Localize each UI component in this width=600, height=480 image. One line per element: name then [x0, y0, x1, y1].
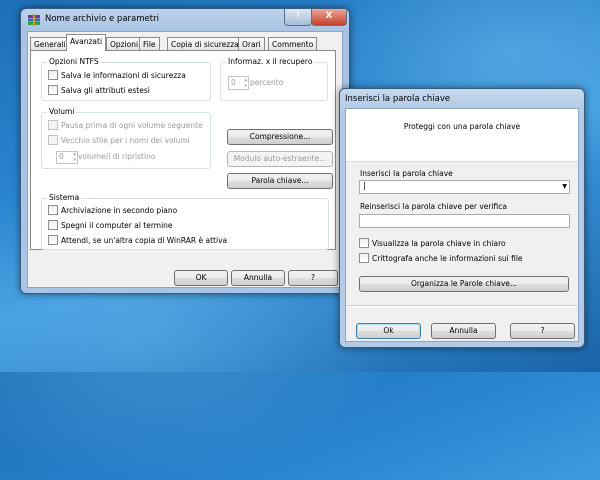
tab-file[interactable]: File	[139, 37, 160, 51]
spinner-arrows-icon[interactable]: ▴ ▾	[244, 77, 247, 89]
password-input[interactable]: | ▼	[359, 180, 570, 194]
recovery-unit-label: percento	[250, 78, 284, 87]
tab-generali[interactable]: Generali	[30, 37, 70, 51]
tab-copia-di-sicurezza[interactable]: Copia di sicurezza	[167, 37, 243, 51]
help-button[interactable]: ?	[288, 270, 338, 286]
cancel-button[interactable]: Annulla	[231, 270, 285, 286]
checkbox-label: Crittografa anche le informazioni sui fi…	[372, 254, 523, 263]
background-archiving-checkbox[interactable]: Archiviazione in secondo piano	[48, 205, 178, 216]
checkbox-box[interactable]	[48, 120, 58, 130]
button-label: Annulla	[243, 273, 273, 282]
sfx-module-button[interactable]: Modulo auto-estraente...	[227, 151, 333, 167]
password-cancel-button[interactable]: Annulla	[431, 323, 496, 339]
checkbox-label: Pausa prima di ogni volume seguente	[61, 121, 203, 130]
winrar-archive-dialog: Nome archivio e parametri ? X Generali A…	[20, 8, 350, 294]
button-label: Compressione...	[249, 132, 311, 141]
button-label: Annulla	[449, 326, 478, 335]
button-label: Organizza le Parole chiave...	[410, 279, 518, 288]
recovery-volumes-spinner[interactable]: 0 ▴ ▾	[56, 151, 78, 164]
close-icon: X	[325, 11, 333, 21]
button-label: ?	[540, 326, 545, 335]
tab-commento[interactable]: Commento	[268, 37, 318, 51]
system-group-title: Sistema	[47, 193, 82, 202]
checkbox-label: Attendi, se un'altra copia di WinRAR è a…	[61, 236, 228, 245]
checkbox-label: Salva le informazioni di sicurezza	[61, 71, 186, 80]
pause-between-volumes-checkbox[interactable]: Pausa prima di ogni volume seguente	[48, 120, 203, 131]
spinner-arrows-icon[interactable]: ▴ ▾	[73, 151, 76, 163]
recovery-group-title: Informaz. x il recupero	[226, 57, 315, 66]
chevron-down-icon[interactable]: ▼	[562, 181, 567, 193]
checkbox-box[interactable]	[48, 135, 58, 145]
verify-password-input[interactable]	[359, 214, 570, 228]
checkbox-box[interactable]	[359, 253, 369, 263]
winrar-books-icon	[28, 14, 40, 26]
organize-passwords-button[interactable]: Organizza le Parole chiave...	[359, 276, 569, 292]
shutdown-when-done-checkbox[interactable]: Spegni il computer al termine	[48, 220, 173, 231]
close-button[interactable]: X	[311, 9, 347, 26]
button-label: Parola chiave...	[251, 176, 309, 185]
checkbox-box[interactable]	[359, 238, 369, 248]
password-header-text: Proteggi con una parola chiave	[403, 122, 521, 131]
save-extended-attributes-checkbox[interactable]: Salva gli attributi estesi	[48, 85, 150, 96]
password-header-panel: Proteggi con una parola chiave	[346, 109, 578, 162]
titlebar[interactable]: Inserisci la parola chiave	[340, 89, 584, 109]
checkbox-box[interactable]	[48, 70, 58, 80]
dialog-client: Generali Avanzati Opzioni File Copia di …	[27, 31, 343, 288]
volumes-group-title: Volumi	[47, 107, 77, 116]
ntfs-group-title: Opzioni NTFS	[47, 57, 101, 66]
checkbox-label: Visualizza la parola chiave in chiaro	[372, 239, 506, 248]
password-value: |	[363, 181, 366, 190]
system-group: Sistema Archiviazione in secondo piano S…	[41, 193, 329, 250]
window-title: Nome archivio e parametri	[45, 14, 159, 24]
help-title-button[interactable]: ?	[284, 9, 312, 26]
tab-opzioni[interactable]: Opzioni	[106, 37, 143, 51]
password-client: Proteggi con una parola chiave Inserisci…	[345, 108, 579, 342]
encrypt-file-names-checkbox[interactable]: Crittografa anche le informazioni sui fi…	[359, 253, 523, 264]
ntfs-options-group: Opzioni NTFS Salva le informazioni di si…	[41, 57, 211, 101]
help-icon: ?	[295, 11, 301, 21]
button-label: OK	[195, 273, 207, 282]
tab-orari[interactable]: Orari	[238, 37, 265, 51]
recovery-percent-spinner[interactable]: 0 ▴ ▾	[228, 76, 249, 90]
ok-button[interactable]: OK	[174, 270, 228, 286]
old-style-volume-names-checkbox[interactable]: Vecchio stile per i nomi dei volumi	[48, 135, 190, 146]
password-dialog: Inserisci la parola chiave Proteggi con …	[339, 88, 585, 348]
password-dialog-title: Inserisci la parola chiave	[345, 94, 451, 104]
checkbox-box[interactable]	[48, 85, 58, 95]
spinner-value: 0	[231, 78, 236, 87]
checkbox-box[interactable]	[48, 205, 58, 215]
verify-field-label: Reinserisci la parola chiave per verific…	[360, 202, 508, 211]
password-ok-button[interactable]: Ok	[356, 323, 421, 339]
button-label: Modulo auto-estraente...	[233, 154, 327, 163]
checkbox-label: Salva gli attributi estesi	[61, 86, 150, 95]
titlebar[interactable]: Nome archivio e parametri ? X	[21, 9, 349, 31]
button-label: Ok	[383, 326, 394, 335]
checkbox-box[interactable]	[48, 220, 58, 230]
save-security-checkbox[interactable]: Salva le informazioni di sicurezza	[48, 70, 186, 81]
checkbox-label: Vecchio stile per i nomi dei volumi	[61, 136, 190, 145]
tab-avanzati[interactable]: Avanzati	[66, 34, 107, 51]
tab-panel-avanzati: Opzioni NTFS Salva le informazioni di si…	[30, 50, 336, 250]
set-password-button[interactable]: Parola chiave...	[227, 173, 333, 189]
footer-separator	[346, 305, 578, 307]
checkbox-label: Archiviazione in secondo piano	[61, 206, 178, 215]
show-password-checkbox[interactable]: Visualizza la parola chiave in chiaro	[359, 238, 506, 249]
password-field-label: Inserisci la parola chiave	[360, 169, 453, 178]
volumes-group: Volumi Pausa prima di ogni volume seguen…	[41, 107, 211, 169]
compression-button[interactable]: Compressione...	[227, 129, 333, 145]
recovery-volumes-label: volume/i di ripristino	[78, 152, 156, 161]
button-label: ?	[311, 273, 315, 282]
recovery-record-group: Informaz. x il recupero 0 ▴ ▾ percento	[220, 57, 328, 101]
checkbox-box[interactable]	[48, 235, 58, 245]
password-help-button[interactable]: ?	[510, 323, 575, 339]
wait-other-winrar-checkbox[interactable]: Attendi, se un'altra copia di WinRAR è a…	[48, 235, 228, 246]
checkbox-label: Spegni il computer al termine	[61, 221, 173, 230]
spinner-value: 0	[59, 152, 64, 161]
